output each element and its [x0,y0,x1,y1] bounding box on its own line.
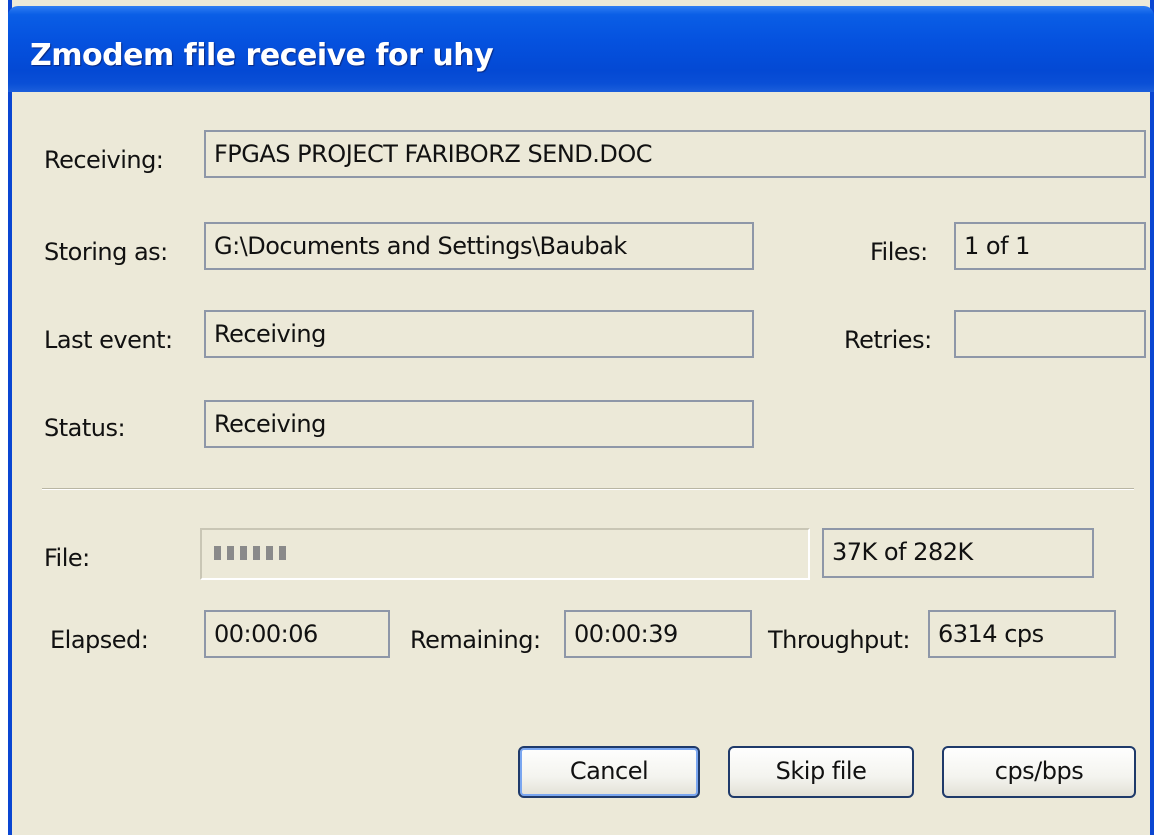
storing-as-field: G:\Documents and Settings\Baubak [204,222,754,270]
cancel-button[interactable]: Cancel [518,746,700,798]
zmodem-dialog: Zmodem file receive for uhy Receiving: F… [8,0,1154,835]
throughput-field: 6314 cps [928,610,1116,658]
title-bar[interactable]: Zmodem file receive for uhy [8,6,1154,92]
last-event-field: Receiving [204,310,754,358]
last-event-label: Last event: [44,326,173,354]
separator [42,488,1134,490]
receiving-label: Receiving: [44,146,164,174]
cps-bps-button[interactable]: cps/bps [942,746,1136,798]
remaining-label: Remaining: [410,626,541,654]
remaining-field: 00:00:39 [564,610,752,658]
elapsed-label: Elapsed: [50,626,149,654]
file-progress-fill [214,546,286,560]
window-title: Zmodem file receive for uhy [30,38,494,73]
receiving-field: FPGAS PROJECT FARIBORZ SEND.DOC [204,130,1146,178]
file-size-field: 37K of 282K [822,528,1094,578]
retries-label: Retries: [844,326,932,354]
skip-file-button[interactable]: Skip file [728,746,914,798]
throughput-label: Throughput: [768,626,911,654]
files-label: Files: [870,238,928,266]
status-label: Status: [44,414,126,442]
file-progress-bar [200,528,810,580]
file-progress-label: File: [44,544,90,572]
storing-as-label: Storing as: [44,238,168,266]
status-field: Receiving [204,400,754,448]
retries-field [954,310,1146,358]
files-field: 1 of 1 [954,222,1146,270]
elapsed-field: 00:00:06 [204,610,390,658]
